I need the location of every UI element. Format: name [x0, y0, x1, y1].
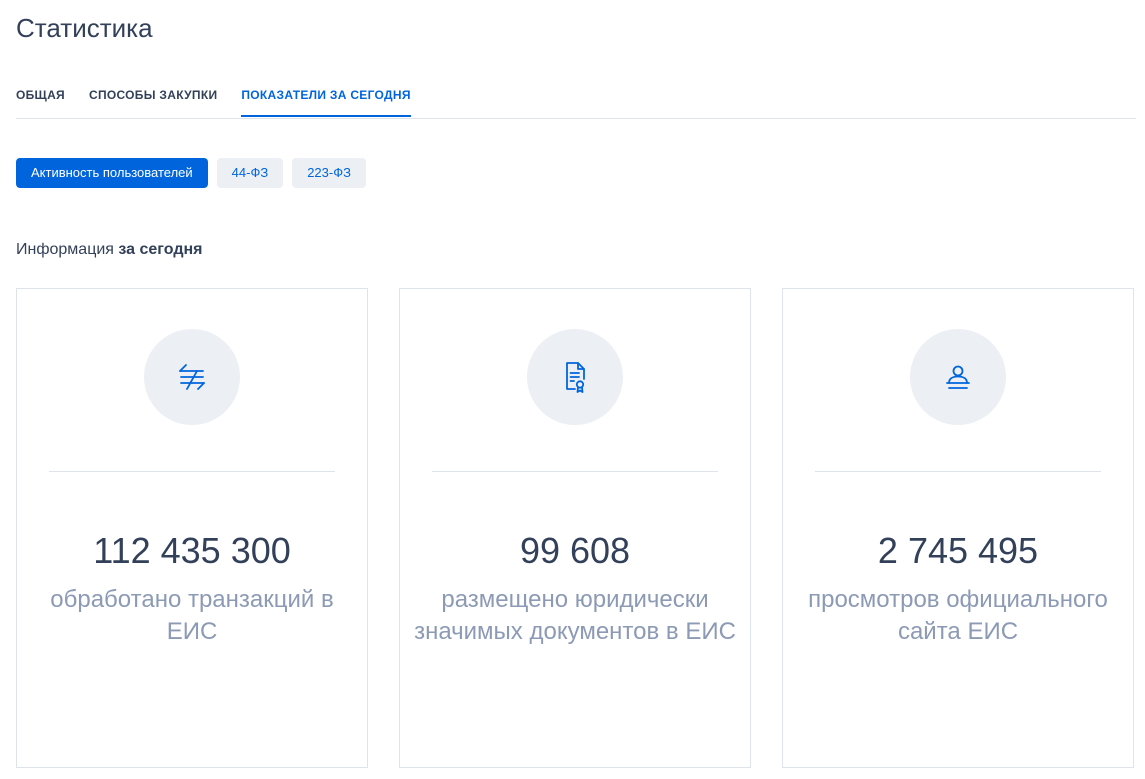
signed-document-icon [566, 362, 585, 393]
transactions-arrows-icon [179, 364, 205, 390]
stat-label: просмотров официального сайта ЕИС [808, 586, 1108, 645]
chip-user-activity[interactable]: Активность пользователей [16, 158, 208, 188]
icon-circle [144, 329, 240, 425]
stat-card-documents: 99 608 размещено юридически значимых док… [399, 288, 751, 768]
stat-card-views: 2 745 495 просмотров официального сайта … [782, 288, 1134, 768]
card-divider [815, 471, 1101, 472]
filter-chips: Активность пользователей 44-ФЗ 223-ФЗ [16, 158, 366, 188]
stat-label: обработано транзакций в ЕИС [50, 586, 334, 645]
tab-procurement-methods[interactable]: СПОСОБЫ ЗАКУПКИ [89, 72, 217, 116]
section-heading-emphasis: за сегодня [118, 241, 203, 258]
user-views-icon [946, 365, 970, 389]
tab-bar: ОБЩАЯ СПОСОБЫ ЗАКУПКИ ПОКАЗАТЕЛИ ЗА СЕГО… [16, 72, 1136, 119]
section-heading: Информация за сегодня [16, 240, 202, 260]
card-divider [49, 471, 335, 472]
stat-value: 2 745 495 [877, 530, 1039, 571]
chip-44-fz[interactable]: 44-ФЗ [216, 158, 284, 188]
tab-today-indicators[interactable]: ПОКАЗАТЕЛИ ЗА СЕГОДНЯ [241, 72, 411, 117]
stat-card-transactions: 112 435 300 обработано транзакций в ЕИС [16, 288, 368, 768]
tab-general[interactable]: ОБЩАЯ [16, 72, 65, 116]
section-heading-prefix: Информация [16, 241, 114, 258]
page-title: Статистика [16, 13, 153, 43]
icon-circle [910, 329, 1006, 425]
stat-value: 112 435 300 [93, 530, 291, 571]
stat-value: 99 608 [519, 530, 631, 571]
stat-label: размещено юридически значимых документов… [414, 586, 736, 645]
card-divider [432, 471, 718, 472]
icon-circle [527, 329, 623, 425]
chip-223-fz[interactable]: 223-ФЗ [292, 158, 366, 188]
